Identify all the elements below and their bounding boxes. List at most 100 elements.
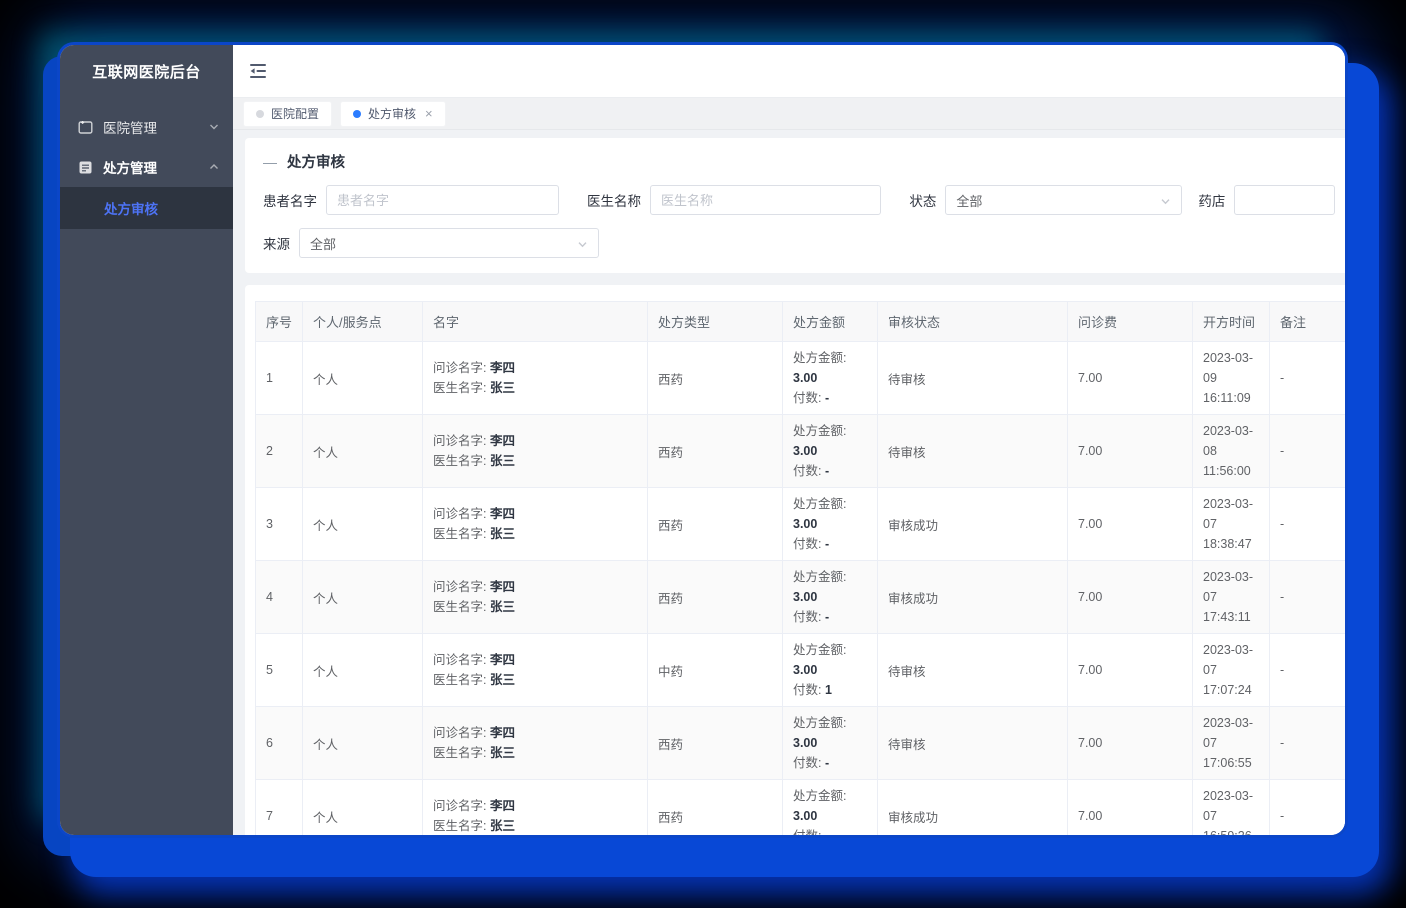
cell-no: 4: [256, 561, 303, 634]
cell-name: 问诊名字: 李四 医生名字: 张三: [423, 634, 648, 707]
close-icon[interactable]: ×: [425, 107, 433, 120]
cell-amount: 处方金额: 3.00 付数: -: [783, 342, 878, 415]
cell-amount: 处方金额: 3.00 付数: -: [783, 561, 878, 634]
cell-date: 2023-03-09 16:11:09: [1193, 342, 1270, 415]
table-header: 序号 个人/服务点 名字 处方类型 处方金额 审核状态 问诊费 开方时间 备注: [256, 302, 1346, 342]
cell-no: 2: [256, 415, 303, 488]
cell-date: 2023-03-07 17:06:55: [1193, 707, 1270, 780]
cell-status: 待审核: [878, 707, 1068, 780]
table-row: 1 个人 问诊名字: 李四 医生名字: 张三 西药 处方金额: 3.00 付数:…: [256, 342, 1346, 415]
menu-fold-icon[interactable]: [249, 63, 267, 79]
sidebar-item-label: 医院管理: [103, 117, 199, 137]
col-header-name: 名字: [423, 302, 648, 342]
cell-owner: 个人: [303, 780, 423, 836]
cell-owner: 个人: [303, 707, 423, 780]
page-content: — 处方审核 患者名字 医生名称 状态 全部: [233, 130, 1345, 835]
cell-fee: 7.00: [1068, 561, 1193, 634]
cell-note: -: [1270, 780, 1346, 836]
cell-date: 2023-03-08 11:56:00: [1193, 415, 1270, 488]
cell-no: 7: [256, 780, 303, 836]
patient-name-input[interactable]: [326, 185, 559, 215]
cell-no: 5: [256, 634, 303, 707]
patient-name-label: 患者名字: [263, 190, 317, 210]
cell-no: 1: [256, 342, 303, 415]
col-header-fee: 问诊费: [1068, 302, 1193, 342]
table-row: 4 个人 问诊名字: 李四 医生名字: 张三 西药 处方金额: 3.00 付数:…: [256, 561, 1346, 634]
table-row: 2 个人 问诊名字: 李四 医生名字: 张三 西药 处方金额: 3.00 付数:…: [256, 415, 1346, 488]
cell-name: 问诊名字: 李四 医生名字: 张三: [423, 561, 648, 634]
filter-row-1: 患者名字 医生名称 状态 全部: [263, 185, 1335, 215]
cell-name: 问诊名字: 李四 医生名字: 张三: [423, 488, 648, 561]
cell-note: -: [1270, 488, 1346, 561]
cell-note: -: [1270, 707, 1346, 780]
col-header-amount: 处方金额: [783, 302, 878, 342]
cell-fee: 7.00: [1068, 488, 1193, 561]
cell-name: 问诊名字: 李四 医生名字: 张三: [423, 707, 648, 780]
cell-owner: 个人: [303, 634, 423, 707]
table-card: 序号 个人/服务点 名字 处方类型 处方金额 审核状态 问诊费 开方时间 备注: [245, 285, 1345, 835]
app-title: 互联网医院后台: [60, 45, 233, 97]
prescription-table: 序号 个人/服务点 名字 处方类型 处方金额 审核状态 问诊费 开方时间 备注: [255, 301, 1345, 835]
chevron-down-icon: [577, 238, 588, 249]
sidebar-menu: 医院管理 处方管理 处方审核: [60, 97, 233, 229]
cell-date: 2023-03-07 17:43:11: [1193, 561, 1270, 634]
col-header-owner: 个人/服务点: [303, 302, 423, 342]
sidebar-item-hospital-management[interactable]: 医院管理: [60, 107, 233, 147]
cell-name: 问诊名字: 李四 医生名字: 张三: [423, 415, 648, 488]
chevron-down-icon: [1160, 195, 1171, 206]
sidebar-item-prescription-review[interactable]: 处方审核: [60, 187, 233, 229]
hospital-icon: [78, 120, 93, 135]
tab-prescription-review[interactable]: 处方审核 ×: [340, 101, 446, 127]
cell-rx-type: 西药: [648, 415, 783, 488]
col-header-rx-type: 处方类型: [648, 302, 783, 342]
col-header-date: 开方时间: [1193, 302, 1270, 342]
cell-rx-type: 西药: [648, 488, 783, 561]
cell-amount: 处方金额: 3.00 付数: -: [783, 780, 878, 836]
cell-status: 审核成功: [878, 561, 1068, 634]
cell-rx-type: 西药: [648, 780, 783, 836]
pharmacy-select[interactable]: [1234, 185, 1335, 215]
table-row: 6 个人 问诊名字: 李四 医生名字: 张三 西药 处方金额: 3.00 付数:…: [256, 707, 1346, 780]
chevron-up-icon: [209, 162, 219, 172]
top-header: [233, 45, 1345, 97]
chevron-down-icon: [209, 122, 219, 132]
tab-dot-icon: [256, 110, 264, 118]
cell-status: 待审核: [878, 342, 1068, 415]
cell-status: 待审核: [878, 634, 1068, 707]
cell-rx-type: 西药: [648, 342, 783, 415]
sidebar-item-prescription-management[interactable]: 处方管理: [60, 147, 233, 187]
cell-note: -: [1270, 342, 1346, 415]
tab-dot-icon: [353, 110, 361, 118]
cell-no: 6: [256, 707, 303, 780]
tab-label: 医院配置: [271, 105, 319, 122]
col-header-note: 备注: [1270, 302, 1346, 342]
source-select[interactable]: 全部: [299, 228, 599, 258]
doctor-name-input[interactable]: [650, 185, 881, 215]
cell-name: 问诊名字: 李四 医生名字: 张三: [423, 342, 648, 415]
cell-note: -: [1270, 415, 1346, 488]
cell-rx-type: 西药: [648, 707, 783, 780]
table-row: 7 个人 问诊名字: 李四 医生名字: 张三 西药 处方金额: 3.00 付数:…: [256, 780, 1346, 836]
cell-status: 审核成功: [878, 780, 1068, 836]
tab-hospital-config[interactable]: 医院配置: [243, 101, 332, 127]
status-select[interactable]: 全部: [945, 185, 1182, 215]
col-header-status: 审核状态: [878, 302, 1068, 342]
tab-label: 处方审核: [368, 105, 416, 122]
tab-bar: 医院配置 处方审核 ×: [233, 97, 1345, 130]
cell-status: 待审核: [878, 415, 1068, 488]
cell-amount: 处方金额: 3.00 付数: -: [783, 415, 878, 488]
cell-amount: 处方金额: 3.00 付数: -: [783, 488, 878, 561]
cell-rx-type: 西药: [648, 561, 783, 634]
doctor-name-label: 医生名称: [587, 190, 641, 210]
prescription-icon: [78, 160, 93, 175]
cell-owner: 个人: [303, 561, 423, 634]
sidebar: 互联网医院后台 医院管理: [60, 45, 233, 835]
app-window: 互联网医院后台 医院管理: [60, 45, 1345, 835]
cell-date: 2023-03-07 16:59:26: [1193, 780, 1270, 836]
cell-owner: 个人: [303, 342, 423, 415]
cell-note: -: [1270, 561, 1346, 634]
collapse-icon[interactable]: —: [263, 154, 277, 170]
cell-amount: 处方金额: 3.00 付数: 1: [783, 634, 878, 707]
main-area: 医院配置 处方审核 × — 处方审核 患者名字: [233, 45, 1345, 835]
page-title: 处方审核: [287, 151, 345, 172]
